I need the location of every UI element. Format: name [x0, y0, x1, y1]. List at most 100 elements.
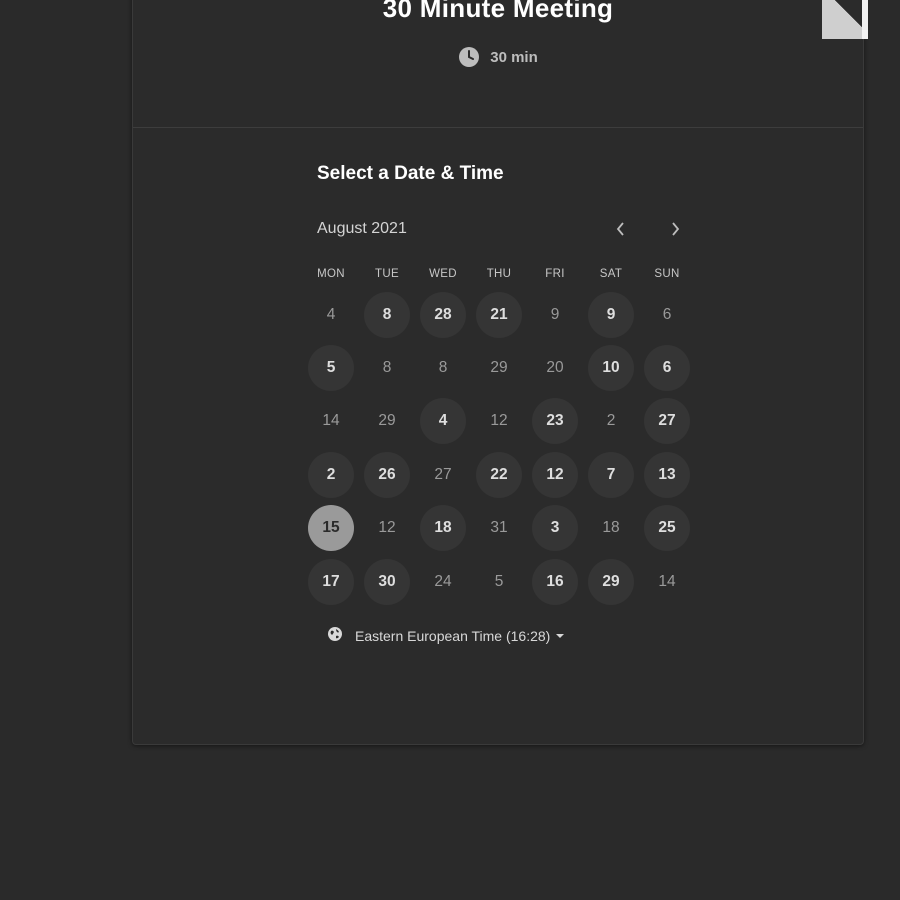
day-cell: 26 [359, 451, 415, 498]
day-available[interactable]: 18 [420, 505, 466, 552]
day-available[interactable]: 3 [532, 505, 578, 552]
day-available[interactable]: 2 [308, 451, 354, 498]
calendar-week: 15 12 18 31 3 18 25 [303, 502, 695, 555]
day-cell: 21 [471, 291, 527, 338]
day-unavailable: 9 [550, 305, 560, 323]
day-cell: 29 [359, 398, 415, 444]
day-available[interactable]: 22 [476, 451, 522, 498]
day-cell: 14 [303, 398, 359, 444]
timezone-selector[interactable]: Eastern European Time (16:28) [327, 626, 565, 645]
day-cell: 3 [527, 505, 583, 552]
section-title: Select a Date & Time [317, 163, 504, 184]
day-available[interactable]: 4 [420, 398, 466, 445]
calendar-week: 4 8 28 21 9 9 6 [303, 288, 695, 341]
day-unavailable: 27 [434, 465, 452, 483]
day-available[interactable]: 13 [644, 451, 690, 498]
day-cell: 6 [639, 292, 695, 338]
weekday-wed: WED [429, 268, 457, 280]
calendar-week: 2 26 27 22 12 7 13 [303, 448, 695, 501]
day-unavailable: 31 [490, 519, 508, 537]
day-cell: 2 [583, 398, 639, 444]
day-unavailable: 24 [434, 572, 452, 590]
day-available[interactable]: 5 [308, 345, 354, 392]
day-available[interactable]: 23 [532, 398, 578, 445]
weekday-thu: THU [486, 268, 512, 280]
event-duration: 30 min [133, 46, 863, 68]
day-cell: 14 [639, 559, 695, 605]
day-cell: 10 [583, 345, 639, 392]
day-unavailable: 8 [438, 359, 448, 377]
caret-down-icon [556, 633, 565, 638]
scheduling-card: 30 Minute Meeting 30 min Select a Date &… [132, 0, 868, 745]
day-available[interactable]: 8 [364, 291, 410, 338]
day-unavailable: 20 [546, 359, 564, 377]
header-divider [133, 127, 863, 128]
day-cell: 30 [359, 558, 415, 605]
day-cell: 28 [415, 291, 471, 338]
day-available[interactable]: 28 [420, 291, 466, 338]
day-cell: 12 [527, 451, 583, 498]
chevron-right-icon[interactable] [663, 217, 687, 241]
month-nav-buttons [609, 217, 687, 241]
day-cell: 4 [303, 292, 359, 338]
day-unavailable: 18 [602, 519, 620, 537]
timezone-label-wrap: Eastern European Time (16:28) [355, 627, 565, 644]
month-navigation: August 2021 [317, 217, 687, 241]
day-available[interactable]: 12 [532, 451, 578, 498]
day-cell: 15 [303, 505, 359, 552]
day-available[interactable]: 30 [364, 558, 410, 605]
calendar-week: 17 30 24 5 16 29 14 [303, 555, 695, 608]
day-cell: 22 [471, 451, 527, 498]
weekday-header: MON TUE WED THU FRI SAT SUN [303, 268, 695, 286]
duration-label: 30 min [490, 48, 538, 66]
calendar-grid: MON TUE WED THU FRI SAT SUN 4 8 28 21 9 9 6 5 8 8… [303, 268, 695, 608]
day-cell: 18 [583, 505, 639, 551]
day-cell: 8 [359, 345, 415, 391]
day-available[interactable]: 7 [588, 451, 634, 498]
day-cell: 12 [359, 505, 415, 551]
day-unavailable: 29 [378, 412, 396, 430]
day-available[interactable]: 21 [476, 291, 522, 338]
day-cell: 9 [527, 292, 583, 338]
day-cell: 27 [639, 398, 695, 445]
clock-icon [458, 46, 480, 68]
day-available[interactable]: 6 [644, 345, 690, 392]
day-cell: 2 [303, 451, 359, 498]
day-cell: 27 [415, 452, 471, 498]
timezone-label: Eastern European Time (16:28) [355, 627, 551, 644]
calendar-week: 14 29 4 12 23 2 27 [303, 395, 695, 448]
calendar-week: 5 8 8 29 20 10 6 [303, 341, 695, 394]
day-cell: 18 [415, 505, 471, 552]
weekday-mon: MON [317, 268, 345, 280]
day-cell: 7 [583, 451, 639, 498]
day-cell: 5 [303, 345, 359, 392]
day-cell: 5 [471, 559, 527, 605]
day-cell: 31 [471, 505, 527, 551]
day-cell: 6 [639, 345, 695, 392]
day-unavailable: 6 [662, 305, 672, 323]
day-available[interactable]: 10 [588, 345, 634, 392]
day-cell: 13 [639, 451, 695, 498]
chevron-left-icon[interactable] [609, 217, 633, 241]
day-available[interactable]: 25 [644, 505, 690, 552]
day-available[interactable]: 17 [308, 558, 354, 605]
day-cell: 29 [583, 558, 639, 605]
day-cell: 12 [471, 398, 527, 444]
day-unavailable: 12 [378, 519, 396, 537]
day-cell: 20 [527, 345, 583, 391]
day-cell: 9 [583, 291, 639, 338]
day-unavailable: 14 [322, 412, 340, 430]
day-selected[interactable]: 15 [308, 505, 354, 552]
weekday-sun: SUN [654, 268, 680, 280]
globe-icon [327, 626, 343, 645]
day-cell: 4 [415, 398, 471, 445]
day-available[interactable]: 26 [364, 451, 410, 498]
day-available[interactable]: 29 [588, 558, 634, 605]
event-title: 30 Minute Meeting [382, 0, 614, 23]
day-unavailable: 2 [606, 412, 616, 430]
day-available[interactable]: 27 [644, 398, 690, 445]
day-available[interactable]: 9 [588, 291, 634, 338]
weekday-fri: FRI [545, 268, 565, 280]
day-available[interactable]: 16 [532, 558, 578, 605]
day-cell: 17 [303, 558, 359, 605]
